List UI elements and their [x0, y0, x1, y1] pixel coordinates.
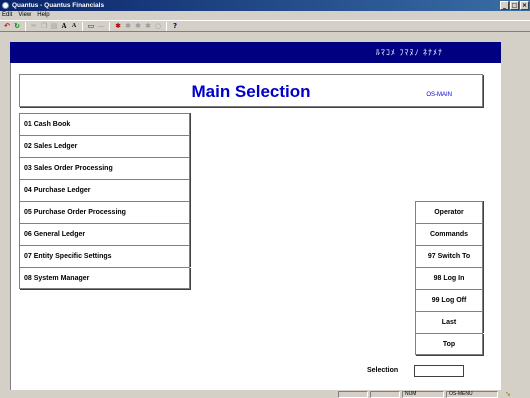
- screen-code: OS-MAIN: [426, 92, 452, 98]
- switch-to-button[interactable]: 97 Switch To: [415, 245, 483, 267]
- menu-edit[interactable]: Edit: [2, 11, 12, 20]
- maximize-button[interactable]: □: [510, 1, 519, 10]
- menu-item-cash-book[interactable]: 01 Cash Book: [19, 113, 190, 135]
- toolbar-separator: [25, 21, 26, 31]
- status-num: NUM: [402, 391, 444, 398]
- tool-e-icon[interactable]: ○: [154, 22, 162, 30]
- toolbar: ↶ ↻ ✂ ❐ ▤ A A ▭ — ✱ ✱ ✱ ✱ ○ ?: [0, 20, 530, 32]
- minimize-button[interactable]: _: [500, 1, 509, 10]
- undo-icon[interactable]: ↶: [3, 22, 11, 30]
- status-bar: NUM OS-MENU ➘: [0, 390, 530, 398]
- tool-c-icon[interactable]: ✱: [134, 22, 142, 30]
- app-icon: [2, 2, 9, 9]
- page-title: Main Selection: [191, 82, 311, 101]
- copy-icon[interactable]: ❐: [40, 22, 48, 30]
- menu-item-sales-order-processing[interactable]: 03 Sales Order Processing: [19, 157, 190, 179]
- menu-view[interactable]: View: [18, 11, 31, 20]
- status-menu: OS-MENU: [446, 391, 498, 398]
- top-button[interactable]: Top: [415, 333, 483, 355]
- help-icon[interactable]: ?: [171, 22, 179, 30]
- commands-button[interactable]: Commands: [415, 223, 483, 245]
- operator-button[interactable]: Operator: [415, 201, 483, 223]
- tool-b-icon[interactable]: ✱: [124, 22, 132, 30]
- tool-a-icon[interactable]: ✱: [114, 22, 122, 30]
- menu-list: 01 Cash Book 02 Sales Ledger 03 Sales Or…: [19, 113, 190, 289]
- menu-item-sales-ledger[interactable]: 02 Sales Ledger: [19, 135, 190, 157]
- window-icon[interactable]: ▭: [87, 22, 95, 30]
- log-off-button[interactable]: 99 Log Off: [415, 289, 483, 311]
- main-header-panel: Main Selection OS-MAIN: [19, 74, 483, 107]
- menu-item-entity-specific-settings[interactable]: 07 Entity Specific Settings: [19, 245, 190, 267]
- menu-bar: Edit View Help: [0, 11, 530, 20]
- font-increase-icon[interactable]: A: [60, 22, 68, 30]
- menu-item-system-manager[interactable]: 08 System Manager: [19, 267, 190, 289]
- arrow-icon: ➘: [505, 390, 511, 398]
- title-bar: Quantus - Quantus Financials _ □ ×: [0, 0, 530, 11]
- window-controls: _ □ ×: [500, 1, 529, 10]
- selection-label: Selection: [367, 367, 399, 374]
- status-panel-blank: [370, 391, 400, 398]
- command-list: Operator Commands 97 Switch To 98 Log In…: [415, 201, 483, 355]
- menu-help[interactable]: Help: [37, 11, 49, 20]
- paste-icon[interactable]: ▤: [50, 22, 58, 30]
- menu-item-general-ledger[interactable]: 06 General Ledger: [19, 223, 190, 245]
- font-decrease-icon[interactable]: A: [70, 22, 78, 30]
- right-panel: [501, 42, 530, 390]
- menu-item-purchase-order-processing[interactable]: 05 Purchase Order Processing: [19, 201, 190, 223]
- toolbar-separator: [166, 21, 167, 31]
- toolbar-separator: [109, 21, 110, 31]
- status-panel-empty: [338, 391, 368, 398]
- cut-icon[interactable]: ✂: [30, 22, 38, 30]
- toolbar-separator: [82, 21, 83, 31]
- close-button[interactable]: ×: [520, 1, 529, 10]
- selection-input[interactable]: [414, 365, 464, 377]
- window-title: Quantus - Quantus Financials: [12, 2, 105, 9]
- menu-item-purchase-ledger[interactable]: 04 Purchase Ledger: [19, 179, 190, 201]
- log-in-button[interactable]: 98 Log In: [415, 267, 483, 289]
- minus-icon[interactable]: —: [97, 22, 105, 30]
- refresh-icon[interactable]: ↻: [13, 22, 21, 30]
- tool-d-icon[interactable]: ✱: [144, 22, 152, 30]
- last-button[interactable]: Last: [415, 311, 483, 333]
- header-band: ﾙﾏｺﾒ ﾌﾏﾇﾉ ﾈﾅﾒﾅ: [10, 42, 501, 63]
